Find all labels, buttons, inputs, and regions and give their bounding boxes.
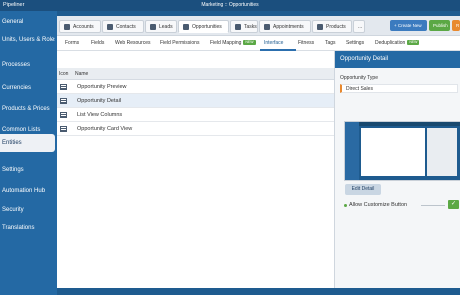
preview-body: [361, 128, 425, 176]
interface-list: < Icon Name Opportunity Preview Opportun…: [57, 51, 334, 288]
tab-products[interactable]: Products: [312, 20, 352, 33]
list-item[interactable]: List View Columns: [57, 108, 334, 122]
list-item[interactable]: Opportunity Card View: [57, 122, 334, 136]
column-header-name: Name: [75, 71, 89, 77]
list-item[interactable]: Opportunity Detail: [57, 94, 334, 108]
context-title: Marketing :: Opportunities: [201, 2, 259, 8]
table-icon: [60, 126, 67, 132]
list-header: Icon Name: [57, 68, 334, 80]
create-new-button[interactable]: + Create New: [390, 20, 427, 31]
sidebar-item-settings[interactable]: Settings: [0, 161, 55, 179]
tab-field-mapping-label: Field Mapping: [210, 40, 242, 46]
sidebar: General Units, Users & Roles Processes C…: [0, 11, 57, 295]
entity-tab-bar: Accounts Contacts Leads Opportunities Ta…: [57, 16, 460, 36]
allow-customize-checkbox[interactable]: ✓: [448, 200, 459, 209]
title-bar: Pipeliner Marketing :: Opportunities: [0, 0, 460, 11]
new-badge: NEW: [407, 40, 420, 46]
opportunity-type-value: Direct Sales: [346, 86, 373, 92]
tab-field-mapping[interactable]: Field Mapping NEW: [210, 40, 256, 46]
new-badge: NEW: [243, 40, 256, 46]
person-icon: [107, 24, 113, 30]
tab-tasks[interactable]: Tasks: [230, 20, 258, 33]
sidebar-item-units-users-roles[interactable]: Units, Users & Roles: [0, 31, 55, 49]
opportunity-type-label: Opportunity Type: [340, 75, 378, 81]
tab-more[interactable]: ...: [353, 20, 365, 33]
tab-leads[interactable]: Leads: [145, 20, 177, 33]
sidebar-item-security[interactable]: Security: [0, 201, 55, 219]
building-icon: [64, 24, 70, 30]
main-area: Accounts Contacts Leads Opportunities Ta…: [57, 16, 460, 288]
list-item[interactable]: Opportunity Preview: [57, 80, 334, 94]
tab-appointments[interactable]: Appointments: [259, 20, 311, 33]
sidebar-item-entities[interactable]: Entities: [0, 134, 55, 152]
sidebar-item-products-prices[interactable]: Products & Prices: [0, 100, 55, 118]
sidebar-item-general[interactable]: General: [0, 13, 55, 31]
tab-accounts[interactable]: Accounts: [59, 20, 101, 33]
tab-fitness[interactable]: Fitness: [298, 40, 314, 46]
tab-field-permissions[interactable]: Field Permissions: [160, 40, 199, 46]
tab-forms[interactable]: Forms: [65, 40, 79, 46]
sidebar-item-automation-hub[interactable]: Automation Hub: [0, 182, 55, 200]
box-icon: [317, 24, 323, 30]
preview-header: [345, 122, 460, 126]
list-icon: [183, 24, 189, 30]
tab-fields[interactable]: Fields: [91, 40, 104, 46]
preview-card: [427, 128, 457, 176]
tab-deduplication[interactable]: Deduplication NEW: [375, 40, 420, 46]
allow-customize-label: Allow Customize Button: [349, 202, 408, 208]
divider: [421, 205, 445, 206]
tab-deduplication-label: Deduplication: [375, 40, 406, 46]
checkbox-icon: [235, 24, 241, 30]
table-icon: [60, 84, 67, 90]
tab-contacts[interactable]: Contacts: [102, 20, 144, 33]
publish-button[interactable]: Publish: [429, 20, 450, 31]
tab-settings[interactable]: Settings: [346, 40, 364, 46]
preview-sidebar: [345, 122, 359, 180]
panel-header: Opportunity Detail: [335, 51, 460, 68]
calendar-icon: [264, 24, 270, 30]
extra-button[interactable]: R: [452, 20, 460, 31]
sidebar-item-processes[interactable]: Processes: [0, 56, 55, 74]
table-icon: [60, 98, 67, 104]
detail-panel: Opportunity Detail Opportunity Type Dire…: [334, 51, 460, 288]
column-header-icon: Icon: [59, 71, 69, 77]
table-icon: [60, 112, 67, 118]
funnel-icon: [150, 24, 156, 30]
detail-preview-thumbnail: [344, 121, 460, 181]
edit-detail-button[interactable]: Edit Detail: [345, 184, 381, 195]
opportunity-type-select[interactable]: Direct Sales: [340, 84, 458, 93]
sidebar-item-translations[interactable]: Translations: [0, 219, 55, 237]
sub-tab-bar: Forms Fields Web Resources Field Permiss…: [57, 36, 460, 51]
footer-bar: [57, 288, 460, 295]
tab-web-resources[interactable]: Web Resources: [115, 40, 150, 46]
tab-interface[interactable]: Interface: [264, 40, 283, 46]
tab-tags[interactable]: Tags: [325, 40, 336, 46]
panel-title: Opportunity Detail: [340, 56, 389, 62]
sidebar-item-currencies[interactable]: Currencies: [0, 79, 55, 97]
tab-opportunities[interactable]: Opportunities: [178, 20, 229, 33]
status-dot-icon: [344, 204, 347, 207]
